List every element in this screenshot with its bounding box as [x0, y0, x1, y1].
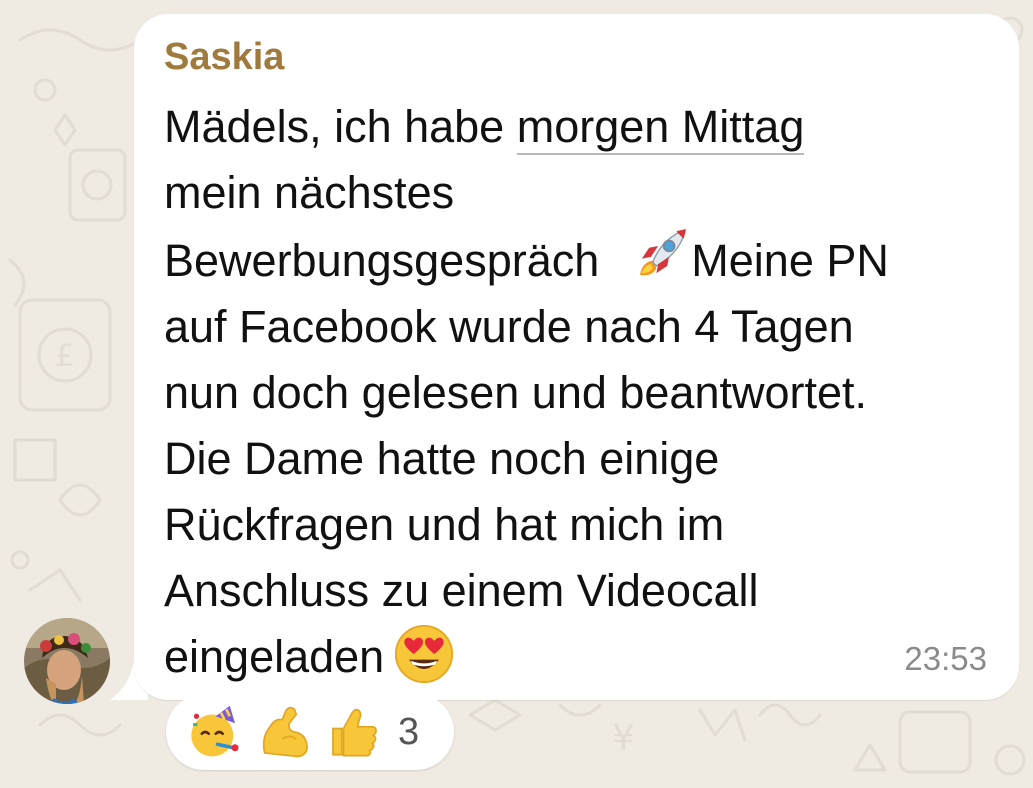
flexed-biceps-icon: [262, 706, 308, 758]
message-text-segment: Bewerbungsgespräch: [164, 235, 600, 286]
sender-name[interactable]: Saskia: [164, 36, 284, 79]
message-line: Die Dame hatte noch einige: [164, 433, 720, 484]
svg-text:¥: ¥: [612, 718, 635, 759]
thumbs-up-icon: [332, 708, 377, 757]
message-line: mein nächstes: [164, 167, 455, 218]
message-line: nun doch gelesen und beantwortet.: [164, 367, 868, 418]
svg-text:£: £: [55, 339, 74, 374]
sender-avatar[interactable]: [24, 618, 110, 704]
reactions-bar[interactable]: 3: [166, 694, 454, 770]
message-text-segment: eingeladen: [164, 631, 385, 682]
message-text-segment: Meine PN: [691, 235, 889, 286]
message-text-segment: Mädels, ich habe: [164, 101, 517, 152]
heart-eyes-icon: [395, 624, 454, 684]
message-line: Anschluss zu einem Videocall: [164, 565, 759, 616]
message-text: Mädels, ich habe morgen Mittag mein näch…: [164, 94, 994, 690]
reaction-count: 3: [398, 710, 420, 753]
message-line: Mädels, ich habe morgen Mittag: [164, 94, 994, 160]
message-line: Bewerbungsgespräch Meine PN: [164, 226, 994, 294]
message-line: Rückfragen und hat mich im: [164, 499, 725, 550]
message-line: eingeladen: [164, 624, 994, 690]
date-link[interactable]: morgen Mittag: [516, 101, 805, 155]
partying-face-icon: [191, 705, 239, 757]
rocket-icon: [640, 228, 687, 276]
message-bubble[interactable]: Saskia Mädels, ich habe morgen Mittag me…: [134, 14, 1019, 700]
message-timestamp: 23:53: [904, 640, 987, 677]
message-line: auf Facebook wurde nach 4 Tagen: [164, 301, 854, 352]
avatar-photo: [24, 618, 110, 704]
